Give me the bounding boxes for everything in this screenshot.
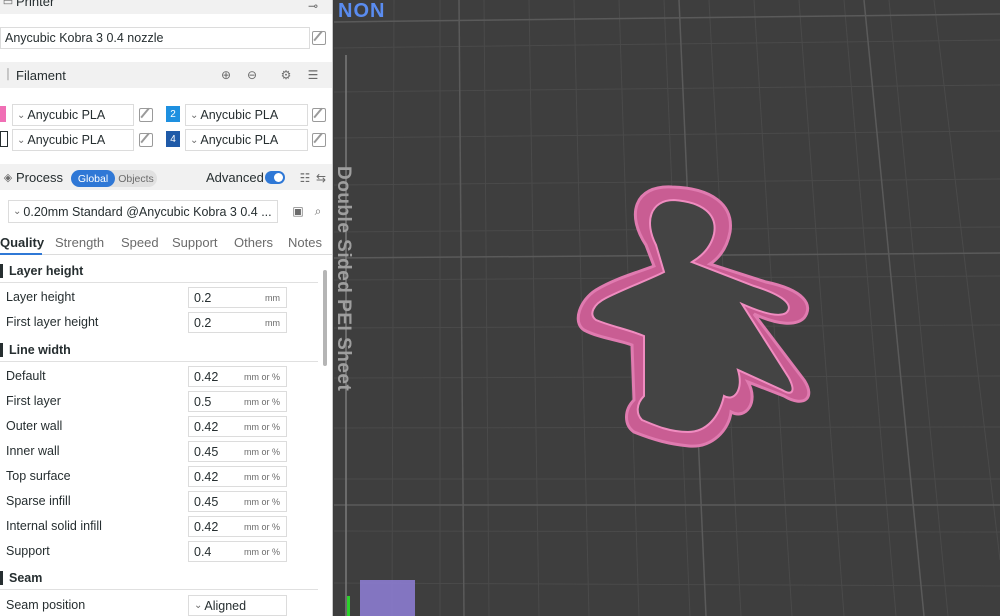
- line-width-sparse-infill-input[interactable]: 0.45 mm or %: [188, 491, 287, 512]
- printer-edit-icon[interactable]: [312, 31, 326, 45]
- filament-slot-3-edit-icon[interactable]: [139, 133, 153, 147]
- group-marker: [0, 343, 3, 357]
- filament-sync-icon[interactable]: ⚙: [278, 67, 294, 83]
- save-icon[interactable]: ▣: [290, 203, 306, 219]
- filament-slot-4-edit-icon[interactable]: [312, 133, 326, 147]
- printer-section-header: ▭ Printer ⊸: [0, 0, 332, 14]
- line-width-first-layer-input[interactable]: 0.5 mm or %: [188, 391, 287, 412]
- process-settings-icon[interactable]: ⇆: [313, 170, 329, 186]
- param-label: Inner wall: [6, 444, 60, 458]
- settings-sidebar: ▭ Printer ⊸ Anycubic Kobra 3 0.4 nozzle …: [0, 0, 333, 616]
- tab-quality[interactable]: Quality: [0, 235, 44, 250]
- chevron-down-icon: ⌄: [190, 134, 199, 146]
- filament-slot-4-name: Anycubic PLA: [200, 133, 279, 147]
- sidebar-scrollbar[interactable]: [323, 270, 327, 366]
- printer-settings-icon[interactable]: ⊸: [305, 0, 321, 14]
- line-width-top-surface-input[interactable]: 0.42 mm or %: [188, 466, 287, 487]
- process-section-title: Process: [16, 169, 63, 185]
- filament-slot-4-combo[interactable]: ⌄ Anycubic PLA: [185, 129, 308, 151]
- printer-icon: ▭: [2, 0, 14, 8]
- divider: [0, 282, 318, 283]
- chevron-down-icon: ⌄: [17, 109, 26, 121]
- advanced-label: Advanced: [206, 170, 264, 185]
- param-label: Internal solid infill: [6, 519, 102, 533]
- bed-type-label: Double Sided PEI Sheet: [333, 166, 354, 392]
- process-icon: ◈: [3, 171, 13, 184]
- printer-section-title: Printer: [16, 0, 55, 9]
- group-marker: [0, 264, 3, 278]
- filament-settings-icon[interactable]: ☰: [305, 67, 321, 83]
- param-label: First layer height: [6, 315, 99, 329]
- tab-speed[interactable]: Speed: [121, 235, 159, 250]
- compare-icon[interactable]: ☷: [297, 170, 313, 186]
- advanced-toggle[interactable]: [265, 171, 285, 184]
- layer-height-input[interactable]: 0.2 mm: [188, 287, 287, 308]
- filament-slot-1-combo[interactable]: ⌄ Anycubic PLA: [12, 104, 134, 126]
- filament-slot-2-name: Anycubic PLA: [200, 108, 279, 122]
- filament-slot-1-name: Anycubic PLA: [27, 108, 106, 122]
- tab-others[interactable]: Others: [234, 235, 273, 250]
- seam-position-select[interactable]: ⌄ Aligned: [188, 595, 287, 616]
- filament-section-title: Filament: [16, 67, 66, 83]
- chevron-down-icon: ⌄: [190, 109, 199, 121]
- search-icon[interactable]: ⌕: [310, 203, 326, 219]
- group-seam-title: Seam: [0, 571, 42, 585]
- add-filament-icon[interactable]: ⊕: [218, 67, 234, 83]
- param-label: Support: [6, 544, 50, 558]
- chevron-down-icon: ⌄: [194, 600, 203, 611]
- build-plate-grid: [334, 0, 1000, 616]
- remove-filament-icon[interactable]: ⊖: [244, 67, 260, 83]
- param-label: Sparse infill: [6, 494, 71, 508]
- filament-icon: ⏐: [4, 68, 12, 81]
- param-label: Top surface: [6, 469, 71, 483]
- printer-preset-combo[interactable]: Anycubic Kobra 3 0.4 nozzle: [0, 27, 310, 49]
- view-cube[interactable]: [360, 580, 415, 616]
- global-mode-button[interactable]: Global: [71, 170, 115, 187]
- active-tab-indicator: [0, 253, 42, 255]
- filament-slot-2-combo[interactable]: ⌄ Anycubic PLA: [185, 104, 308, 126]
- filament-slot-1-color[interactable]: [0, 106, 6, 122]
- param-label: Layer height: [6, 290, 75, 304]
- line-width-default-input[interactable]: 0.42 mm or %: [188, 366, 287, 387]
- line-width-inner-wall-input[interactable]: 0.45 mm or %: [188, 441, 287, 462]
- divider: [0, 589, 318, 590]
- group-layer-height-title: Layer height: [0, 264, 83, 278]
- filament-slot-4-color[interactable]: 4: [166, 131, 180, 147]
- filament-slot-3-color[interactable]: [0, 131, 8, 147]
- group-line-width-title: Line width: [0, 343, 71, 357]
- filament-slot-2-edit-icon[interactable]: [312, 108, 326, 122]
- filament-slot-3-combo[interactable]: ⌄ Anycubic PLA: [12, 129, 134, 151]
- param-label: Default: [6, 369, 46, 383]
- process-tabs: Quality Strength Speed Support Others No…: [0, 233, 332, 255]
- process-preset-combo[interactable]: ⌄ 0.20mm Standard @Anycubic Kobra 3 0.4 …: [8, 200, 278, 223]
- filament-slot-1-edit-icon[interactable]: [139, 108, 153, 122]
- printer-preset-value: Anycubic Kobra 3 0.4 nozzle: [5, 31, 164, 45]
- tab-strength[interactable]: Strength: [55, 235, 104, 250]
- bed-logo-text: NON: [338, 0, 386, 22]
- 3d-viewport[interactable]: [334, 0, 1000, 616]
- divider: [0, 361, 318, 362]
- line-width-support-input[interactable]: 0.4 mm or %: [188, 541, 287, 562]
- param-label: Seam position: [6, 598, 86, 612]
- line-width-outer-wall-input[interactable]: 0.42 mm or %: [188, 416, 287, 437]
- filament-slot-2-color[interactable]: 2: [166, 106, 180, 122]
- group-marker: [0, 571, 3, 585]
- axis-indicator: [347, 596, 359, 616]
- process-mode-toggle: Global Objects: [71, 170, 157, 187]
- tab-support[interactable]: Support: [172, 235, 218, 250]
- filament-slot-3-name: Anycubic PLA: [27, 133, 106, 147]
- param-label: Outer wall: [6, 419, 63, 433]
- tab-notes[interactable]: Notes: [288, 235, 322, 250]
- filament-section-header: ⏐ Filament ⊕ ⊖ ⚙ ☰: [0, 62, 332, 88]
- chevron-down-icon: ⌄: [17, 134, 26, 146]
- first-layer-height-input[interactable]: 0.2 mm: [188, 312, 287, 333]
- line-width-internal-solid-infill-input[interactable]: 0.42 mm or %: [188, 516, 287, 537]
- objects-mode-button[interactable]: Objects: [115, 170, 157, 187]
- chevron-down-icon: ⌄: [13, 206, 22, 217]
- process-preset-value: 0.20mm Standard @Anycubic Kobra 3 0.4 ..…: [23, 204, 272, 219]
- param-label: First layer: [6, 394, 61, 408]
